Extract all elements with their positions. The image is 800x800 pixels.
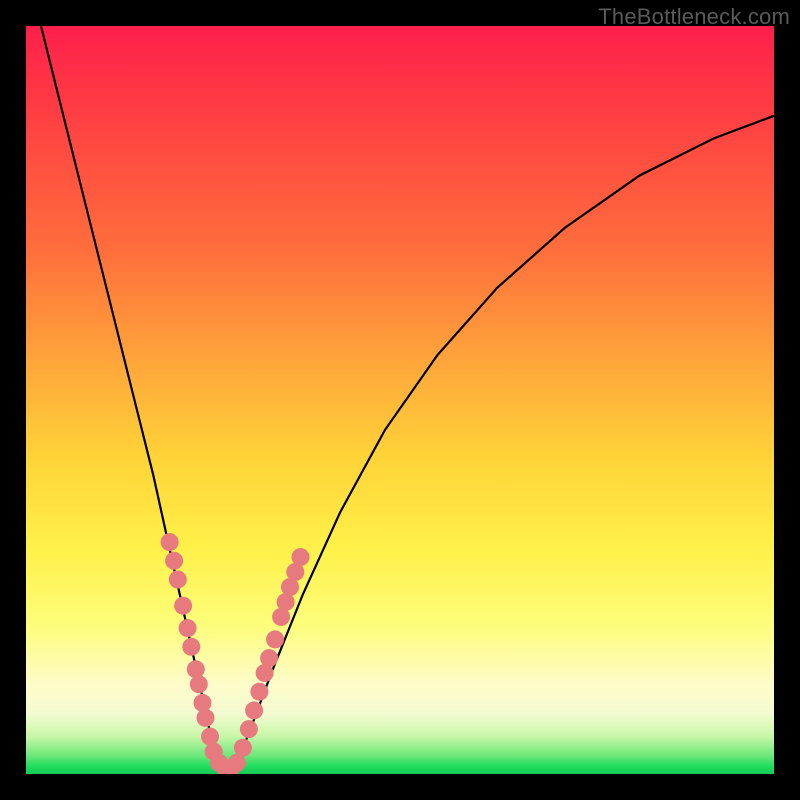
plot-area bbox=[26, 26, 774, 774]
marker-dot bbox=[190, 675, 208, 693]
outer-frame: TheBottleneck.com bbox=[0, 0, 800, 800]
watermark-text: TheBottleneck.com bbox=[598, 4, 790, 30]
curve-path bbox=[41, 26, 774, 767]
bottleneck-curve bbox=[41, 26, 774, 767]
marker-dot bbox=[260, 649, 278, 667]
marker-dot bbox=[292, 548, 310, 566]
highlight-cluster bbox=[161, 533, 310, 774]
marker-dot bbox=[201, 728, 219, 746]
marker-dot bbox=[169, 571, 187, 589]
marker-dot bbox=[161, 533, 179, 551]
marker-dot bbox=[197, 709, 215, 727]
marker-dot bbox=[179, 619, 197, 637]
marker-dot bbox=[194, 694, 212, 712]
marker-dot bbox=[250, 683, 268, 701]
marker-dot bbox=[245, 701, 263, 719]
marker-dot bbox=[182, 638, 200, 656]
marker-dot bbox=[165, 552, 183, 570]
marker-dot bbox=[187, 660, 205, 678]
chart-svg bbox=[26, 26, 774, 774]
marker-dot bbox=[174, 597, 192, 615]
marker-dot bbox=[266, 630, 284, 648]
marker-dot bbox=[240, 720, 258, 738]
marker-dot bbox=[234, 739, 252, 757]
